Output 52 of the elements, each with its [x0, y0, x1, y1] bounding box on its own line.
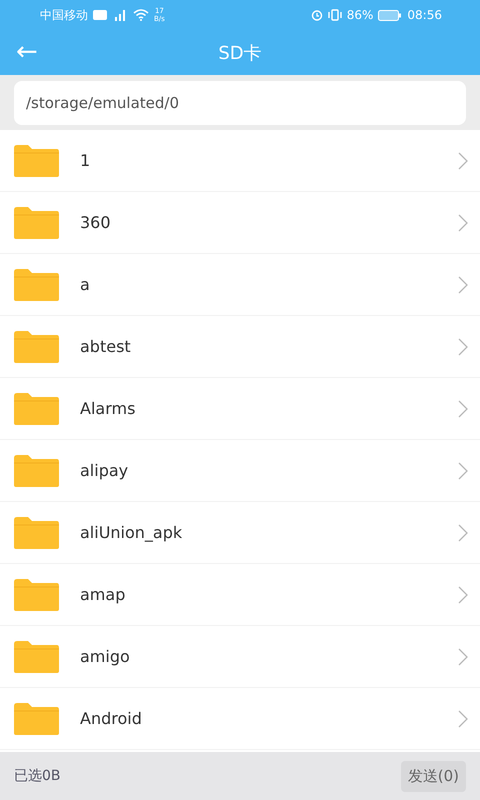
folder-row[interactable]: abtest: [0, 316, 480, 378]
battery-icon: [378, 10, 402, 20]
folder-row[interactable]: alipay: [0, 440, 480, 502]
carrier: 中国移动: [40, 6, 88, 24]
folder-row[interactable]: Android: [0, 688, 480, 750]
folder-row[interactable]: a: [0, 254, 480, 316]
folder-name: alipay: [80, 461, 130, 480]
signal-icon: [112, 9, 128, 21]
page-title: SD卡: [218, 42, 262, 64]
folder-row[interactable]: amap: [0, 564, 480, 626]
folder-icon: [12, 578, 60, 612]
folder-icon: [12, 206, 60, 240]
folder-row[interactable]: amigo: [0, 626, 480, 688]
folder-row[interactable]: 360: [0, 192, 480, 254]
folder-name: amap: [80, 585, 126, 604]
path-field[interactable]: /storage/emulated/0: [14, 81, 466, 125]
folder-row[interactable]: aliUnion_apk: [0, 502, 480, 564]
folder-icon: [12, 330, 60, 364]
folder-name: 360: [80, 213, 112, 232]
folder-icon: [12, 268, 60, 302]
folder-name: 1: [80, 151, 92, 170]
wifi-icon: [133, 9, 149, 21]
chevron-icon: [458, 276, 468, 294]
folder-row[interactable]: 1: [0, 130, 480, 192]
folder-name: aliUnion_apk: [80, 523, 184, 542]
folder-icon: [12, 144, 60, 178]
chevron-icon: [458, 338, 468, 356]
battery-percent: 86%: [346, 8, 374, 22]
folder-name: abtest: [80, 337, 132, 356]
vibrate-icon: [328, 9, 342, 21]
chevron-icon: [458, 152, 468, 170]
folder-name: amigo: [80, 647, 131, 666]
chevron-icon: [458, 214, 468, 232]
chevron-icon: [458, 586, 468, 604]
folder-icon: [12, 392, 60, 426]
folder-icon: [12, 454, 60, 488]
folder-icon: [12, 702, 60, 736]
chevron-icon: [458, 710, 468, 728]
folder-name: a: [80, 275, 91, 294]
send-button[interactable]: 发送(0): [400, 760, 466, 792]
selected-size: 已选0B: [14, 767, 61, 785]
folder-icon: [12, 640, 60, 674]
chevron-icon: [458, 462, 468, 480]
chevron-icon: [458, 648, 468, 666]
folder-row[interactable]: Alarms: [0, 378, 480, 440]
clock: 08:56: [407, 8, 442, 22]
chevron-icon: [458, 400, 468, 418]
chevron-icon: [458, 524, 468, 542]
folder-name: Android: [80, 709, 143, 728]
folder-name: Alarms: [80, 399, 136, 418]
alarm-icon: [310, 9, 323, 21]
folder-icon: [12, 516, 60, 550]
